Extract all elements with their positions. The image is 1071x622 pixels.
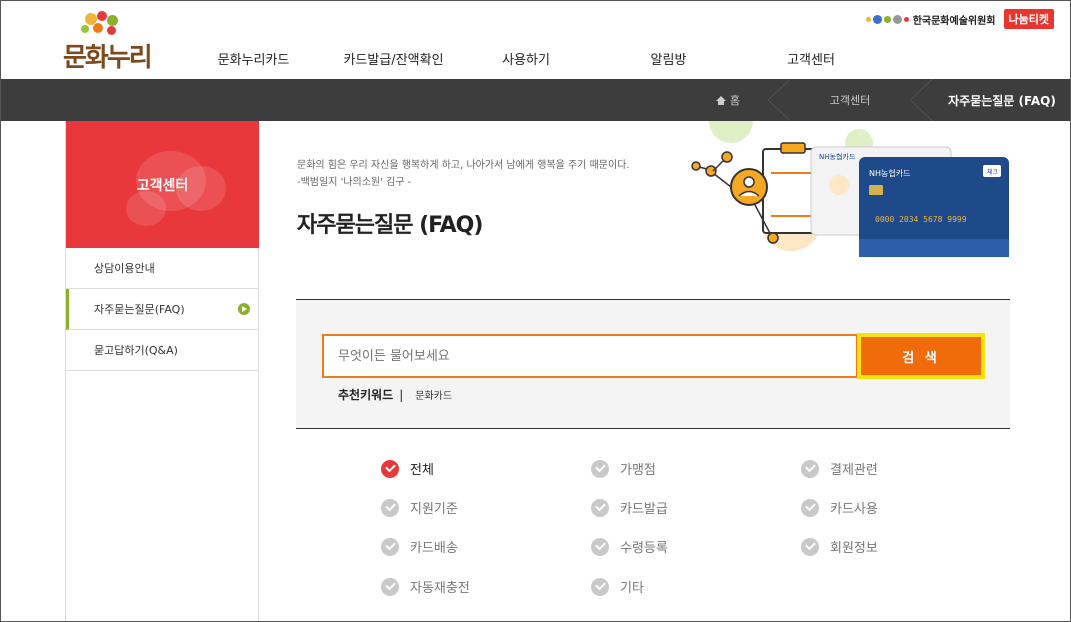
category-card-issue[interactable]: 카드발급 [591, 498, 668, 517]
arko-link[interactable]: 한국문화예술위원회 [865, 12, 996, 27]
sidebar-item-label: 자주묻는질문(FAQ) [94, 303, 185, 316]
keyword-link[interactable]: 문화카드 [415, 387, 452, 402]
active-arrow-icon [238, 303, 250, 315]
category-merchant[interactable]: 가맹점 [591, 459, 656, 478]
category-label: 가맹점 [620, 463, 656, 478]
faq-search-input[interactable] [322, 334, 858, 378]
illustration-svg: NH농협카드 NH농협카드 체크 0000 2034 5678 9999 [691, 99, 1009, 257]
gnb-item-support[interactable]: 고객센터 [766, 49, 856, 68]
keyword-label: 추천키워드 [338, 388, 394, 402]
gnb-item-notice[interactable]: 알림방 [571, 49, 766, 68]
check-icon [801, 537, 819, 556]
sidebar-item-qna[interactable]: 묻고답하기(Q&A) [66, 330, 258, 371]
category-label: 기타 [620, 581, 644, 596]
category-payment[interactable]: 결제관련 [801, 459, 878, 478]
category-label: 전체 [410, 463, 434, 478]
check-icon [381, 577, 399, 596]
quote-line-2: -백범일지 '나의소원' 김구 - [297, 177, 412, 188]
check-icon [381, 498, 399, 517]
global-nav: 문화누리카드 카드발급/잔액확인 사용하기 알림방 고객센터 [201, 49, 856, 68]
category-label: 결제관련 [830, 463, 878, 478]
sidebar-title: 고객센터 [136, 178, 189, 194]
category-label: 카드배송 [410, 541, 458, 556]
check-icon [381, 459, 399, 478]
category-label: 카드사용 [830, 502, 878, 517]
back-card-bank: NH농협카드 [819, 152, 856, 161]
faq-illustration: NH농협카드 NH농협카드 체크 0000 2034 5678 9999 [691, 99, 1011, 261]
utility-links: 한국문화예술위원회 나눔티켓 [865, 9, 1054, 29]
check-icon [381, 537, 399, 556]
category-card-use[interactable]: 카드사용 [801, 498, 878, 517]
breadcrumb-bar: 홈 고객센터 자주묻는질문 (FAQ) [1, 79, 1070, 121]
sidebar: 고객센터 상담이용안내 자주묻는질문(FAQ) 묻고답하기(Q&A) [65, 121, 259, 621]
check-icon [591, 537, 609, 556]
check-icon [591, 498, 609, 517]
recommended-keywords: 추천키워드 | 문화카드 [338, 386, 452, 403]
category-label: 수령등록 [620, 541, 668, 556]
faq-search-box: 검 색 추천키워드 | 문화카드 [296, 299, 1010, 429]
category-eligibility[interactable]: 지원기준 [381, 498, 458, 517]
category-auto-recharge[interactable]: 자동재충전 [381, 577, 470, 596]
category-receipt-registration[interactable]: 수령등록 [591, 537, 668, 556]
breadcrumb-current: 자주묻는질문 (FAQ) [948, 93, 1056, 108]
category-all[interactable]: 전체 [381, 459, 434, 478]
gnb-item-issue[interactable]: 카드발급/잔액확인 [306, 49, 481, 68]
card-number: 0000 2034 5678 9999 [875, 215, 967, 224]
card-bank-label: NH농협카드 [869, 168, 910, 178]
sidebar-item-faq[interactable]: 자주묻는질문(FAQ) [66, 289, 258, 330]
category-label: 카드발급 [620, 502, 668, 517]
intro-quote: 문화의 힘은 우리 자신을 행복하게 하고, 나아가서 남에게 행복을 주기 때… [297, 157, 630, 191]
sidebar-item-label: 묻고답하기(Q&A) [94, 344, 178, 357]
home-icon [715, 95, 726, 105]
check-icon [801, 498, 819, 517]
check-icon [591, 577, 609, 596]
nanum-ticket-link[interactable]: 나눔티켓 [1003, 9, 1054, 29]
page-frame: 문화누리 문화누리카드 카드발급/잔액확인 사용하기 알림방 고객센터 한국문화… [0, 0, 1071, 622]
breadcrumb: 홈 고객센터 자주묻는질문 (FAQ) [715, 79, 1070, 121]
sidebar-header: 고객센터 [66, 121, 259, 248]
category-member-info[interactable]: 회원정보 [801, 537, 878, 556]
check-icon [801, 459, 819, 478]
breadcrumb-separator [910, 79, 932, 121]
arko-logo-icon [865, 14, 909, 24]
category-label: 자동재충전 [410, 581, 470, 596]
card-tag: 체크 [987, 168, 999, 176]
quote-line-1: 문화의 힘은 우리 자신을 행복하게 하고, 나아가서 남에게 행복을 주기 때… [297, 160, 630, 171]
sidebar-item-label: 상담이용안내 [94, 262, 155, 275]
category-other[interactable]: 기타 [591, 577, 644, 596]
category-card-delivery[interactable]: 카드배송 [381, 537, 458, 556]
breadcrumb-section[interactable]: 고객센터 [790, 79, 910, 121]
page-title: 자주묻는질문 (FAQ) [297, 213, 483, 238]
category-label: 지원기준 [410, 502, 458, 517]
category-label: 회원정보 [830, 541, 878, 556]
breadcrumb-home[interactable]: 홈 [715, 79, 768, 121]
gnb-item-card[interactable]: 문화누리카드 [201, 49, 306, 68]
breadcrumb-home-label: 홈 [729, 94, 740, 107]
sidebar-item-consult-guide[interactable]: 상담이용안내 [66, 248, 258, 289]
check-icon [591, 459, 609, 478]
search-button[interactable]: 검 색 [857, 333, 985, 379]
keyword-separator: | [399, 387, 404, 402]
site-header: 문화누리 문화누리카드 카드발급/잔액확인 사용하기 알림방 고객센터 한국문화… [1, 1, 1070, 79]
gnb-item-usage[interactable]: 사용하기 [481, 49, 571, 68]
breadcrumb-separator [768, 79, 790, 121]
site-logo[interactable]: 문화누리 [63, 11, 163, 73]
logo-text: 문화누리 [63, 43, 153, 73]
arko-label: 한국문화예술위원회 [912, 15, 996, 27]
